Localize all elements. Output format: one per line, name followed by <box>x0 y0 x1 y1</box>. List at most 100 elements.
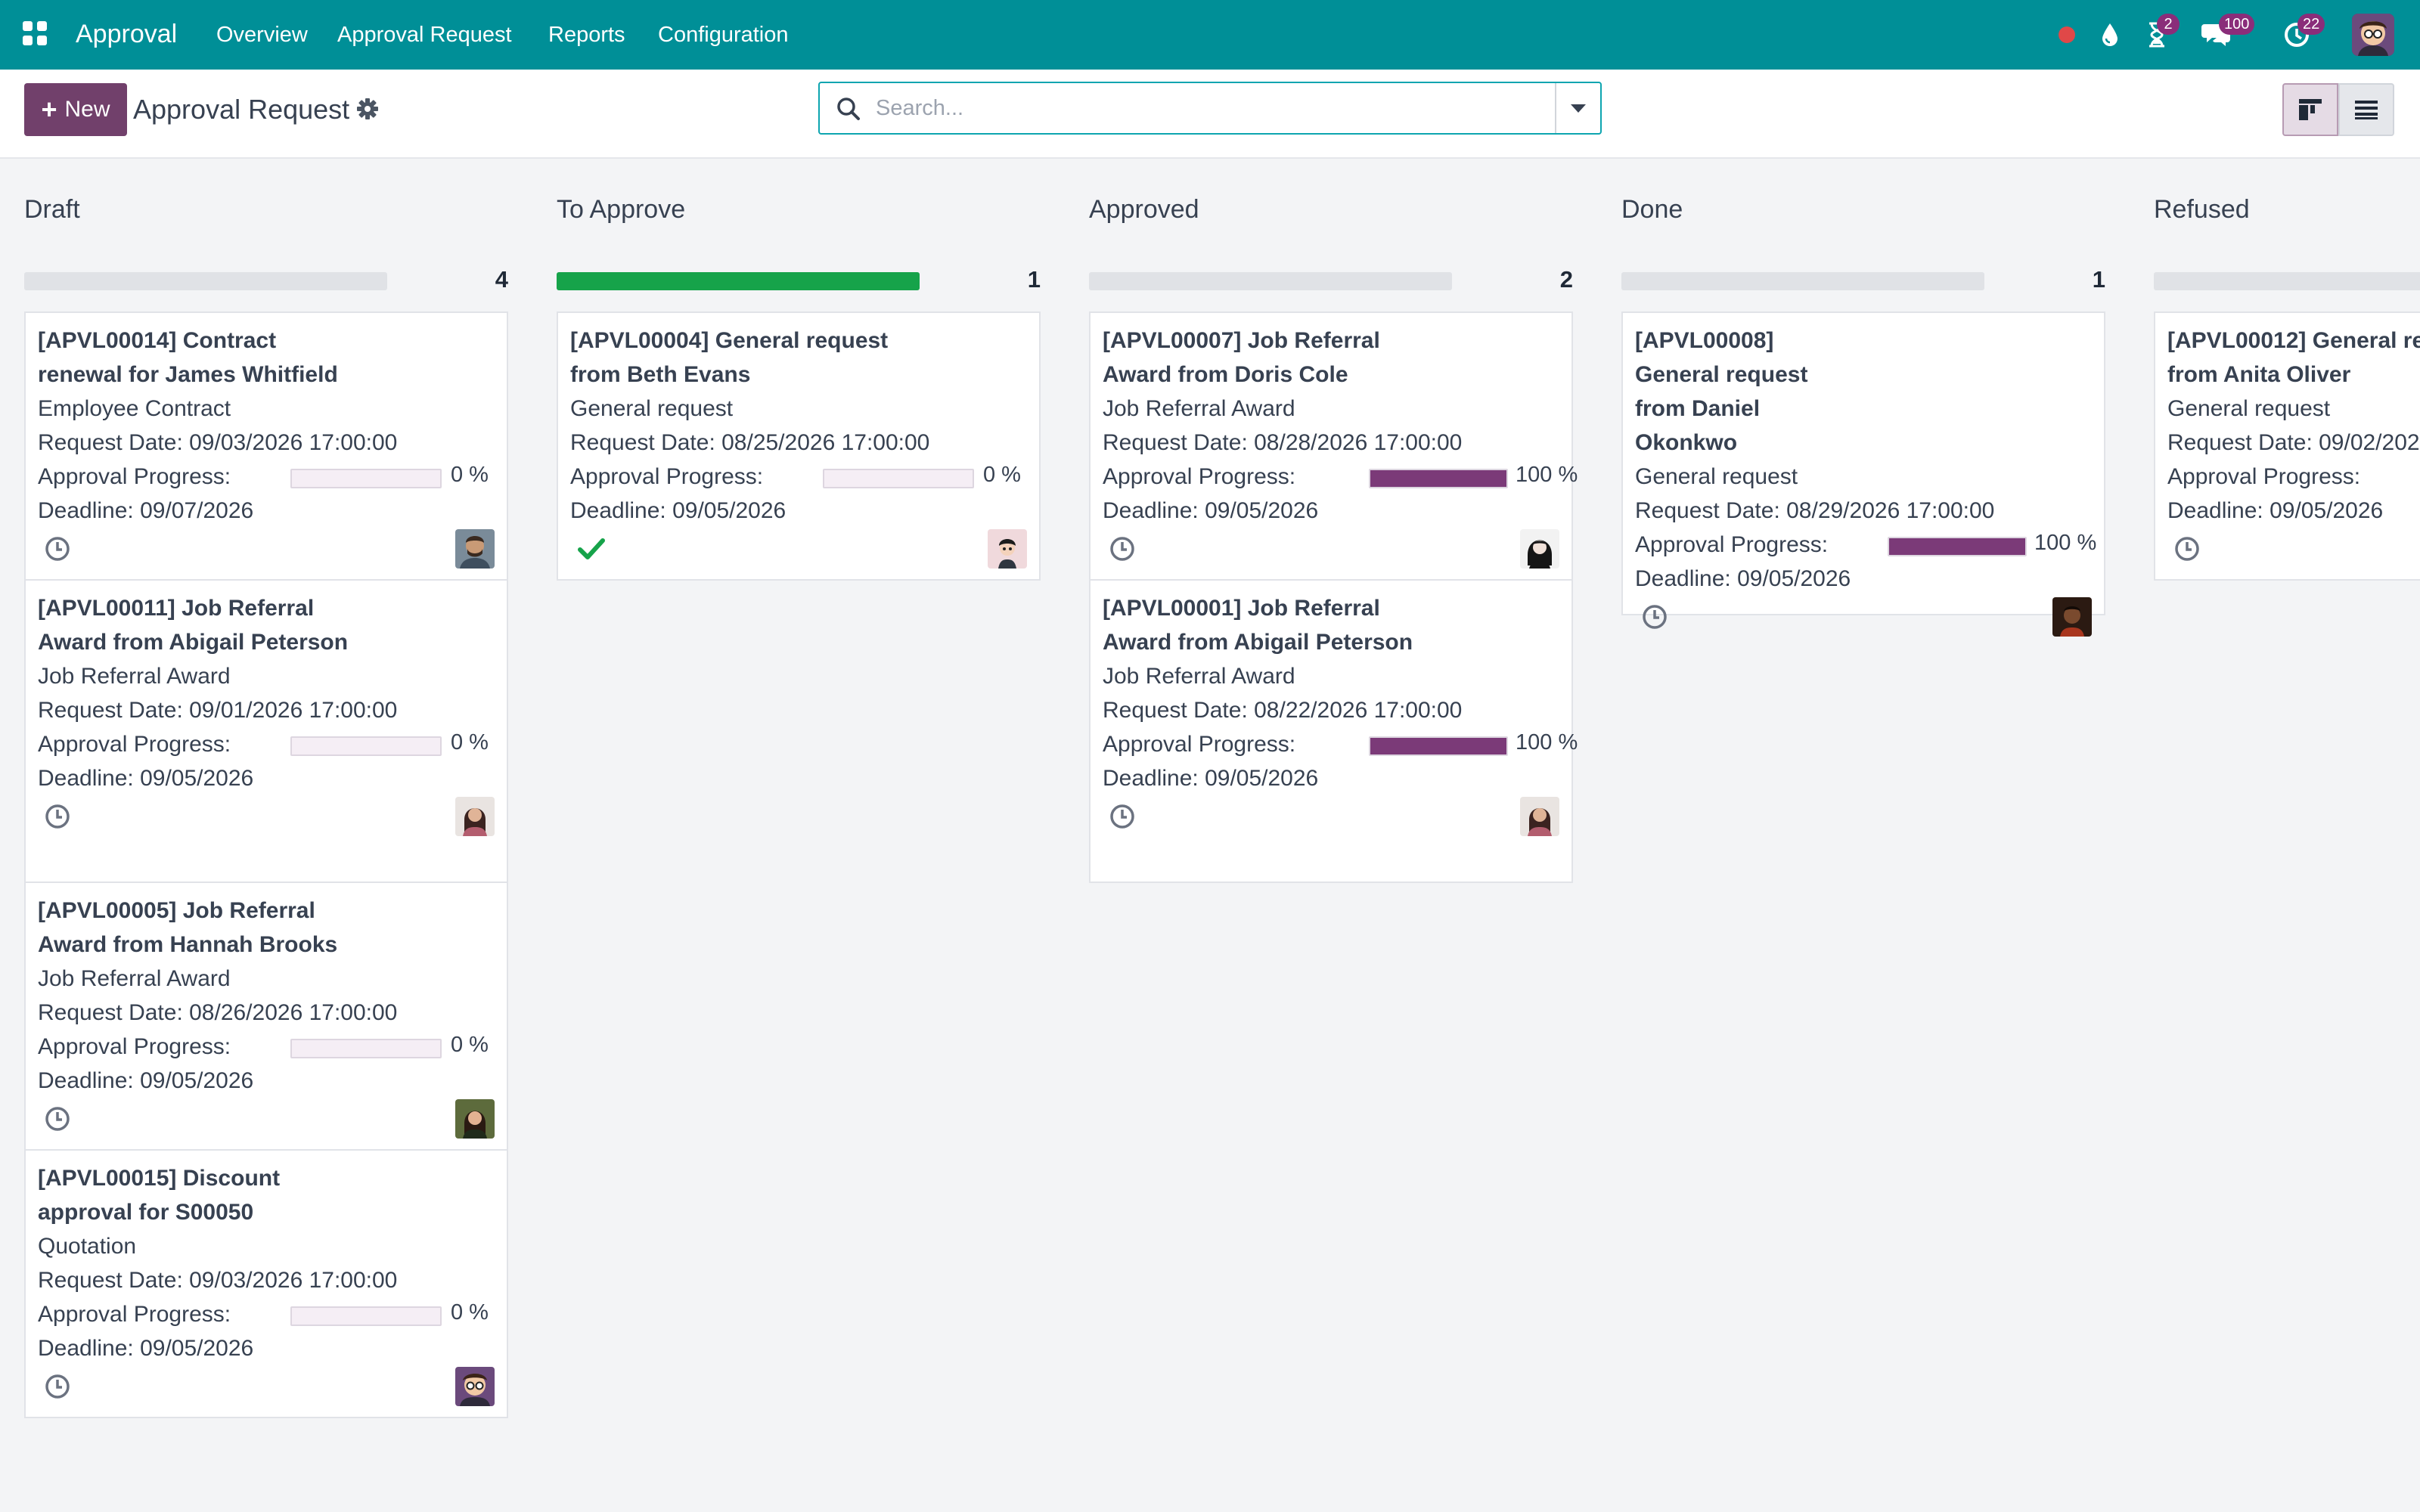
progress-percent: 0 % <box>451 1033 489 1057</box>
column-progress-bar[interactable] <box>1621 272 1984 290</box>
column-title[interactable]: Refused <box>2154 191 2250 228</box>
progress-percent: 100 % <box>1516 463 1578 487</box>
column-progress-bar[interactable] <box>557 272 920 290</box>
menu-overview[interactable]: Overview <box>216 18 308 51</box>
card-deadline: Deadline: 09/05/2026 <box>38 1336 254 1361</box>
menu-reports[interactable]: Reports <box>548 18 625 51</box>
search-options-toggle[interactable] <box>1555 83 1600 133</box>
kanban-board: Draft 4 [APVL00014] Contract renewal for… <box>0 160 2420 1512</box>
card-deadline: Deadline: 09/05/2026 <box>1103 498 1319 523</box>
card-title: [APVL00005] Job Referral Award from Hann… <box>38 898 338 957</box>
progress-percent: 0 % <box>983 463 1021 487</box>
approval-progress: Approval Progress: 100 % <box>1635 528 2096 562</box>
new-button-label: New <box>64 97 110 122</box>
card-deadline: Deadline: 09/05/2026 <box>1103 766 1319 791</box>
card-category: General request <box>570 396 734 421</box>
kanban-view-button[interactable] <box>2282 83 2338 136</box>
card-category: General request <box>1635 464 1798 489</box>
progress-percent: 0 % <box>451 463 489 487</box>
progress-bar <box>823 469 974 488</box>
avatar[interactable] <box>455 1099 495 1139</box>
search-input[interactable] <box>876 89 1526 127</box>
card-apvl00012[interactable]: [APVL00012] General request from Anita O… <box>2154 311 2420 581</box>
progress-label: Approval Progress: <box>38 1034 231 1059</box>
progress-label: Approval Progress: <box>1635 532 1829 557</box>
column-title[interactable]: To Approve <box>557 191 685 228</box>
avatar[interactable] <box>455 797 495 836</box>
card-request-date: Request Date: 08/28/2026 17:00:00 <box>1103 430 1463 455</box>
menu-approval-request[interactable]: Approval Request <box>337 18 512 51</box>
plus-icon: + <box>41 94 57 125</box>
clock-icon[interactable] <box>1109 535 1136 562</box>
clock-icon[interactable] <box>1641 603 1668 631</box>
card-apvl00007[interactable]: [APVL00007] Job Referral Award from Dori… <box>1089 311 1578 581</box>
clock-icon[interactable] <box>2173 535 2201 562</box>
clock-icon[interactable] <box>44 1105 71 1132</box>
avatar[interactable] <box>2052 597 2092 637</box>
avatar[interactable] <box>1520 797 1559 836</box>
gear-icon[interactable] <box>355 97 380 121</box>
card-title: [APVL00004] General request from Beth Ev… <box>570 328 889 387</box>
card-category: Employee Contract <box>38 396 231 421</box>
column-count: 1 <box>2092 266 2105 293</box>
avatar[interactable] <box>455 529 495 569</box>
avatar[interactable] <box>455 1367 495 1406</box>
list-view-button[interactable] <box>2338 83 2394 136</box>
page-title: Approval Request <box>133 94 350 125</box>
user-avatar[interactable] <box>2352 14 2394 56</box>
app-menu-icon[interactable] <box>23 21 47 45</box>
column-progress-bar[interactable] <box>2154 272 2420 290</box>
clock-icon[interactable] <box>44 535 71 562</box>
card-apvl00011[interactable]: [APVL00011] Job Referral Award from Abig… <box>24 579 508 883</box>
card-apvl00008[interactable]: [APVL00008] General request from Daniel … <box>1621 311 2105 637</box>
clock-icon[interactable] <box>44 803 71 830</box>
column-progress-bar[interactable] <box>1089 272 1452 290</box>
menu-configuration[interactable]: Configuration <box>658 18 789 51</box>
timer-badge: 22 <box>2297 14 2325 35</box>
card-request-date: Request Date: 08/26/2026 17:00:00 <box>38 1000 398 1025</box>
card-apvl00001[interactable]: [APVL00001] Job Referral Award from Abig… <box>1089 579 1578 883</box>
approval-progress: Approval Progress: 0 % <box>38 1030 495 1064</box>
progress-label: Approval Progress: <box>38 464 231 489</box>
approval-progress: Approval Progress: 0 % <box>38 460 495 494</box>
column-title[interactable]: Draft <box>24 191 80 228</box>
top-navbar: Approval Overview Approval Request Repor… <box>0 0 2420 70</box>
card-category: Job Referral Award <box>38 664 231 689</box>
column-refused-viewport: Refused [APVL00012] General request from… <box>2154 160 2420 1512</box>
new-button[interactable]: + New <box>24 83 127 136</box>
avatar[interactable] <box>1520 529 1559 569</box>
card-apvl00015[interactable]: [APVL00015] Discount approval for S00050… <box>24 1149 508 1418</box>
progress-label: Approval Progress: <box>38 732 231 757</box>
messages-badge: 100 <box>2219 14 2255 35</box>
card-apvl00014[interactable]: [APVL00014] Contract renewal for James W… <box>24 311 508 581</box>
list-icon <box>2355 101 2378 119</box>
card-title: [APVL00007] Job Referral Award from Dori… <box>1103 328 1380 387</box>
card-category: Job Referral Award <box>1103 664 1295 689</box>
card-category: General request <box>2167 396 2331 421</box>
approval-progress: Approval Progress: 100 % <box>1103 727 1578 761</box>
approval-progress: Approval Progress: 0 % <box>38 727 495 761</box>
search-icon <box>835 95 862 122</box>
card-request-date: Request Date: 08/29/2026 17:00:00 <box>1635 498 1995 523</box>
card-title: [APVL00008] General request from Daniel … <box>1635 328 1808 455</box>
avatar[interactable] <box>988 529 1027 569</box>
check-icon[interactable] <box>576 534 607 564</box>
droplet-icon[interactable] <box>2096 18 2124 51</box>
clock-icon[interactable] <box>1109 803 1136 830</box>
app-name[interactable]: Approval <box>76 15 177 53</box>
card-apvl00004[interactable]: [APVL00004] General request from Beth Ev… <box>557 311 1041 581</box>
card-apvl00005[interactable]: [APVL00005] Job Referral Award from Hann… <box>24 881 508 1151</box>
progress-label: Approval Progress: <box>1103 464 1296 489</box>
card-category: Job Referral Award <box>38 966 231 991</box>
progress-bar <box>1369 736 1508 756</box>
column-title[interactable]: Approved <box>1089 191 1199 228</box>
column-count: 2 <box>1559 266 1573 293</box>
recording-dot-icon[interactable] <box>2055 18 2078 51</box>
clock-icon[interactable] <box>44 1373 71 1400</box>
card-request-date: Request Date: 09/01/2026 17:00:00 <box>38 698 398 723</box>
card-title: [APVL00015] Discount approval for S00050 <box>38 1166 281 1225</box>
column-progress-bar[interactable] <box>24 272 387 290</box>
column-title[interactable]: Done <box>1621 191 1683 228</box>
progress-label: Approval Progress: <box>38 1302 231 1327</box>
approval-progress: Approval Progress: 0 % <box>2167 460 2420 494</box>
